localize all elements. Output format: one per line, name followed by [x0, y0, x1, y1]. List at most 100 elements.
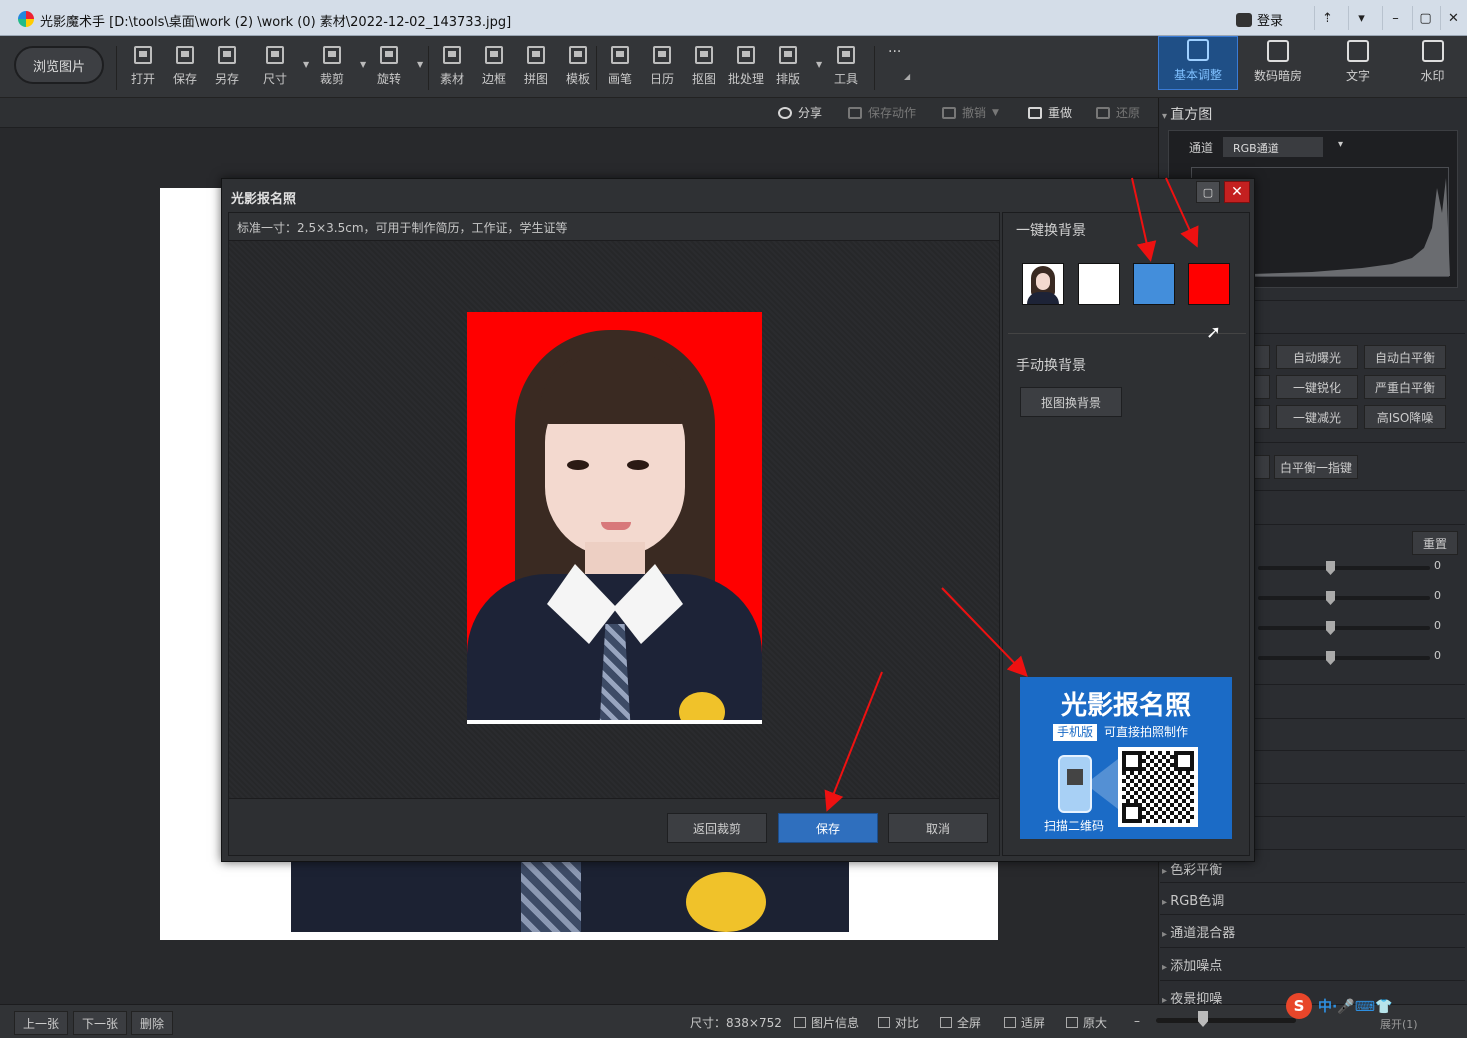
chevron-down-icon[interactable]: ▼ — [417, 60, 425, 69]
slider-value: 0 — [1434, 589, 1441, 602]
back-to-crop-button[interactable]: 返回裁剪 — [667, 813, 767, 843]
undo-button[interactable]: 撤销 ▼ — [942, 104, 999, 121]
restore-label: 还原 — [1116, 106, 1141, 120]
add-noise-section[interactable]: 添加噪点 — [1162, 955, 1222, 974]
dialog-title: 光影报名照 — [231, 192, 297, 207]
scan-qr-label: 扫描二维码 — [1044, 819, 1105, 833]
school-badge — [686, 872, 766, 932]
adjust-button[interactable]: 一键减光 — [1276, 405, 1358, 429]
adjust-button[interactable]: 严重白平衡 — [1364, 375, 1446, 399]
chevron-down-icon[interactable]: ▼ — [303, 60, 311, 69]
app-logo-icon — [18, 11, 34, 27]
tool-layout[interactable]: 排版 — [768, 46, 808, 96]
mobile-app-promo[interactable]: 光影报名照 手机版 可直接拍照制作 扫描二维码 — [1020, 677, 1232, 839]
tool-brush[interactable]: 画笔 — [600, 46, 640, 96]
adjust-slider[interactable] — [1258, 591, 1430, 605]
adjust-slider[interactable] — [1258, 621, 1430, 635]
tool-material[interactable]: 素材 — [432, 46, 472, 96]
tool-template[interactable]: 模板 — [558, 46, 598, 96]
more-tools-button[interactable]: ··· — [888, 44, 901, 60]
undo-icon — [942, 106, 956, 119]
delete-button[interactable]: 删除 — [131, 1011, 174, 1035]
tab-label: 文字 — [1345, 69, 1370, 83]
save-icon — [176, 46, 194, 64]
tool-save-as[interactable]: 另存 — [207, 46, 247, 96]
cutout-bg-button[interactable]: 抠图换背景 — [1020, 387, 1122, 417]
adjust-button[interactable]: 高ISO降噪 — [1364, 405, 1446, 429]
image-info-button[interactable]: 图片信息 — [794, 1014, 859, 1031]
close-button[interactable]: ✕ — [1440, 6, 1466, 30]
undo-dropdown-icon[interactable]: ▼ — [992, 108, 999, 118]
swatch-red[interactable] — [1188, 263, 1230, 305]
reset-button[interactable]: 重置 — [1412, 531, 1458, 555]
white-balance-button[interactable]: 白平衡一指键 — [1274, 455, 1358, 479]
maximize-button[interactable]: ▢ — [1412, 6, 1438, 30]
tool-collage[interactable]: 拼图 — [516, 46, 556, 96]
skin-button[interactable]: ⇡ — [1314, 6, 1340, 30]
redo-button[interactable]: 重做 — [1028, 104, 1072, 121]
minimize-button[interactable]: – — [1382, 6, 1408, 30]
tool-label: 日历 — [649, 72, 674, 86]
swatch-blue[interactable] — [1133, 263, 1175, 305]
zoom-out-button[interactable]: – — [1134, 1014, 1140, 1028]
menu-button[interactable]: ▾ — [1348, 6, 1374, 30]
brush-icon — [611, 46, 629, 64]
histogram-header[interactable]: 直方图 — [1162, 104, 1212, 124]
browse-images-button[interactable]: 浏览图片 — [14, 46, 104, 84]
share-button[interactable]: 分享 — [778, 104, 822, 121]
adjust-button[interactable]: 一键锐化 — [1276, 375, 1358, 399]
adjust-button[interactable]: 自动白平衡 — [1364, 345, 1446, 369]
tab-label: 数码暗房 — [1253, 69, 1302, 83]
restore-button[interactable]: 还原 — [1096, 104, 1140, 121]
tab-darkroom[interactable]: 数码暗房 — [1238, 36, 1318, 90]
adjust-slider[interactable] — [1258, 561, 1430, 575]
save-action-button[interactable]: 保存动作 — [848, 104, 916, 121]
channel-select[interactable]: RGB通道 — [1223, 137, 1343, 157]
channel-mixer-section[interactable]: 通道混合器 — [1162, 922, 1235, 941]
prev-image-button[interactable]: 上一张 — [14, 1011, 69, 1035]
tool-rotate[interactable]: 旋转 — [369, 46, 409, 96]
redo-icon — [1028, 106, 1042, 119]
dialog-cancel-button[interactable]: 取消 — [888, 813, 988, 843]
share-label: 分享 — [798, 106, 823, 120]
next-image-button[interactable]: 下一张 — [73, 1011, 128, 1035]
tool-resize[interactable]: 尺寸 — [255, 46, 295, 96]
fullscreen-button[interactable]: 全屏 — [940, 1014, 981, 1031]
tool-label: 打开 — [130, 72, 155, 86]
dialog-save-button[interactable]: 保存 — [778, 813, 878, 843]
tool-cutout[interactable]: 抠图 — [684, 46, 724, 96]
original-size-label: 原大 — [1083, 1016, 1108, 1030]
chevron-down-icon[interactable]: ▼ — [816, 60, 824, 69]
tool-label: 抠图 — [691, 72, 716, 86]
tab-adjust[interactable]: 基本调整 — [1158, 36, 1238, 90]
compare-button[interactable]: 对比 — [878, 1014, 919, 1031]
ime-toolbar[interactable]: S 中·🎤⌨👕 — [1286, 986, 1456, 1026]
sogou-icon: S — [1286, 993, 1312, 1019]
chevron-down-icon[interactable]: ▼ — [360, 60, 368, 69]
toolbar-divider — [596, 46, 597, 90]
tool-wrench[interactable]: 工具 — [826, 46, 866, 96]
login-button[interactable]: 登录 — [1236, 10, 1283, 29]
tool-save[interactable]: 保存 — [165, 46, 205, 96]
tool-crop[interactable]: 裁剪 — [312, 46, 352, 96]
swatch-original[interactable] — [1022, 263, 1064, 305]
adjust-slider[interactable] — [1258, 651, 1430, 665]
dialog-close-button[interactable]: ✕ — [1224, 181, 1250, 203]
tool-calendar[interactable]: 日历 — [642, 46, 682, 96]
tool-batch[interactable]: 批处理 — [726, 46, 766, 96]
zoom-slider[interactable] — [1156, 1018, 1296, 1023]
tool-border[interactable]: 边框 — [474, 46, 514, 96]
tool-open[interactable]: 打开 — [123, 46, 163, 96]
canvas-photo — [291, 862, 849, 932]
tab-text[interactable]: 文字 — [1318, 36, 1398, 90]
rgb-tone-section[interactable]: RGB色调 — [1162, 890, 1224, 909]
original-size-button[interactable]: 原大 — [1066, 1014, 1107, 1031]
login-label: 登录 — [1257, 14, 1284, 29]
dialog-maximize-button[interactable]: ▢ — [1196, 181, 1220, 203]
tab-watermark[interactable]: 水印 — [1398, 36, 1467, 90]
tool-label: 旋转 — [376, 72, 401, 86]
swatch-white[interactable] — [1078, 263, 1120, 305]
fit-screen-button[interactable]: 适屏 — [1004, 1014, 1045, 1031]
mouse-cursor-icon: ➚ — [1206, 322, 1222, 343]
adjust-button[interactable]: 自动曝光 — [1276, 345, 1358, 369]
